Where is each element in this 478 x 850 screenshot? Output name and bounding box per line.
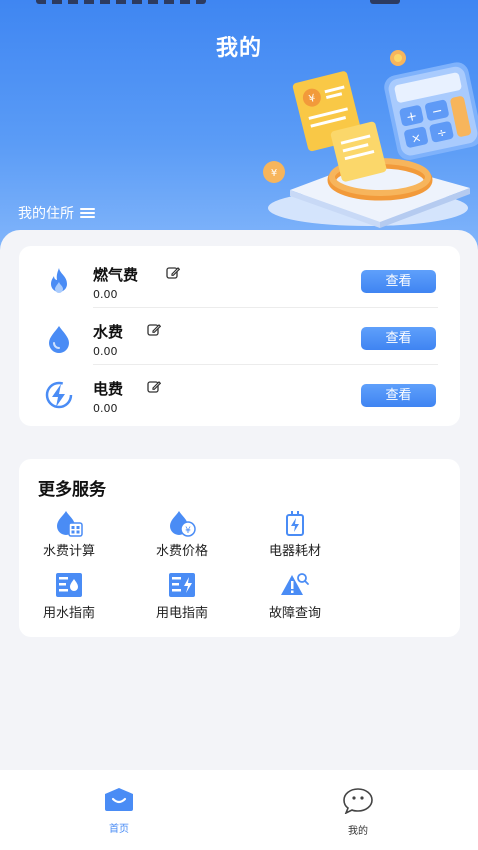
svg-text:¥: ¥ bbox=[271, 168, 277, 179]
bill-row-gas: 燃气费 0.00 查看 bbox=[19, 251, 460, 308]
header-banner: 我的 + − × ÷ ¥ ¥ 我的住所 bbox=[0, 0, 478, 262]
bill-row-electricity: 电费 0.00 查看 bbox=[19, 365, 460, 422]
status-bar bbox=[0, 0, 478, 8]
tab-mine[interactable]: 我的 bbox=[318, 786, 398, 837]
service-water-price[interactable]: ¥ 水费价格 bbox=[137, 509, 227, 559]
bill-calculator-illustration: + − × ÷ ¥ ¥ bbox=[263, 50, 478, 228]
bill-name: 电费 bbox=[93, 380, 124, 398]
bill-amount: 0.00 bbox=[93, 402, 118, 415]
edit-icon[interactable] bbox=[147, 323, 161, 337]
bill-row-water: 水费 0.00 查看 bbox=[19, 308, 460, 365]
bottom-tab-bar: 首页 我的 bbox=[0, 770, 478, 850]
menu-icon bbox=[80, 207, 95, 219]
view-electricity-button[interactable]: 查看 bbox=[361, 384, 436, 407]
service-electric-guide[interactable]: 用电指南 bbox=[137, 571, 227, 621]
edit-icon[interactable] bbox=[147, 380, 161, 394]
bill-amount: 0.00 bbox=[93, 345, 118, 358]
residence-label: 我的住所 bbox=[18, 206, 74, 222]
water-price-icon: ¥ bbox=[170, 511, 196, 537]
service-label: 用电指南 bbox=[155, 606, 208, 621]
tab-mine-label: 我的 bbox=[348, 826, 368, 837]
view-gas-button[interactable]: 查看 bbox=[361, 270, 436, 293]
chat-face-icon bbox=[343, 788, 373, 815]
bill-list-card: 燃气费 0.00 查看 水费 0.00 查看 电费 0.00 查看 bbox=[19, 246, 460, 426]
edit-icon[interactable] bbox=[166, 266, 180, 280]
bill-amount: 0.00 bbox=[93, 288, 118, 301]
water-drop-icon bbox=[49, 326, 69, 353]
services-title: 更多服务 bbox=[38, 480, 106, 500]
tab-home[interactable]: 首页 bbox=[79, 786, 159, 835]
service-label: 故障查询 bbox=[268, 606, 321, 621]
my-residence-selector[interactable]: 我的住所 bbox=[18, 203, 95, 223]
more-services-card: 更多服务 水费计算 ¥ 水费价格 电器耗材 用水指南 用电指南 故障查询 bbox=[19, 459, 460, 637]
battery-icon bbox=[286, 511, 304, 536]
service-fault-search[interactable]: 故障查询 bbox=[250, 571, 340, 621]
view-water-button[interactable]: 查看 bbox=[361, 327, 436, 350]
bill-name: 水费 bbox=[93, 323, 124, 341]
lightning-icon bbox=[45, 381, 73, 409]
service-label: 水费价格 bbox=[155, 544, 208, 559]
bill-name: 燃气费 bbox=[93, 266, 139, 284]
electric-guide-icon bbox=[169, 573, 195, 597]
service-label: 水费计算 bbox=[42, 544, 95, 559]
flame-icon bbox=[51, 268, 67, 293]
svg-text:¥: ¥ bbox=[185, 526, 191, 536]
service-appliance-supplies[interactable]: 电器耗材 bbox=[250, 509, 340, 559]
water-calculator-icon bbox=[57, 511, 83, 537]
home-tab-icon bbox=[105, 788, 133, 811]
water-guide-icon bbox=[56, 573, 82, 597]
fault-search-icon bbox=[281, 573, 309, 595]
service-label: 用水指南 bbox=[42, 606, 95, 621]
service-water-guide[interactable]: 用水指南 bbox=[24, 571, 114, 621]
service-label: 电器耗材 bbox=[268, 544, 321, 559]
service-water-calculator[interactable]: 水费计算 bbox=[24, 509, 114, 559]
tab-home-label: 首页 bbox=[109, 824, 129, 835]
